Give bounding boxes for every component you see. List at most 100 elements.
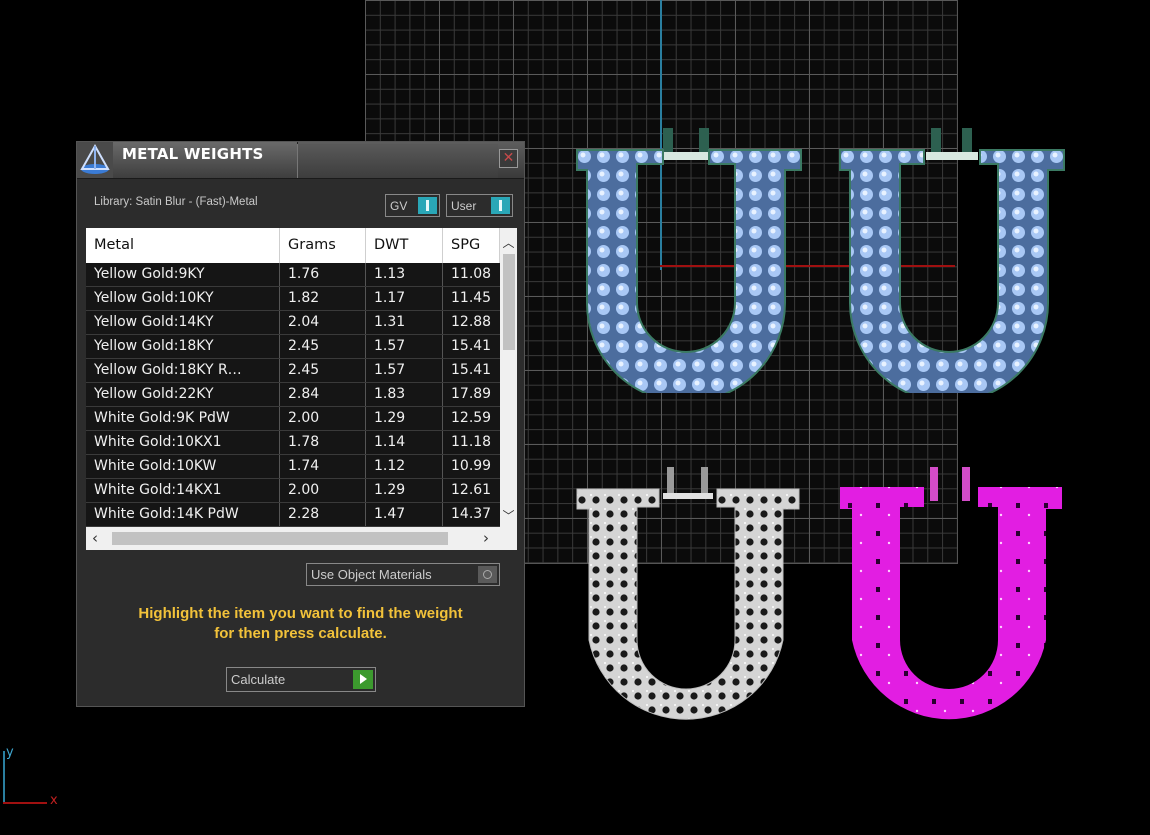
table-row[interactable]: White Gold:9K PdW 2.00 1.29 12.59 [86,407,500,431]
cell-dwt: 1.31 [366,311,443,334]
vertical-scrollbar[interactable]: ︿ ﹀ [500,228,517,527]
user-toggle[interactable]: User [446,194,513,217]
table-body: Yellow Gold:9KY 1.76 1.13 11.08 Yellow Gold… [86,263,500,527]
use-object-materials-label: Use Object Materials [311,567,432,582]
cell-grams: 2.00 [280,479,366,502]
cell-metal: Yellow Gold:9KY [86,263,280,286]
instruction-line-2: for then press calculate. [214,625,387,642]
cell-metal: White Gold:9K PdW [86,407,280,430]
horizontal-scrollbar[interactable]: ‹ › [86,527,517,550]
cell-grams: 2.04 [280,311,366,334]
cell-dwt: 1.57 [366,359,443,382]
u-model-silver[interactable] [575,465,803,730]
user-toggle-label: User [451,199,477,213]
cell-grams: 2.84 [280,383,366,406]
toggle-switch-icon [418,197,437,214]
metal-table: Metal Grams DWT SPG Yellow Gold:9KY 1.76 1… [86,228,517,550]
cell-grams: 1.82 [280,287,366,310]
axis-indicator-x [3,802,47,804]
cell-metal: White Gold:10KW [86,455,280,478]
col-header-spg[interactable]: SPG [443,228,500,263]
gv-toggle-label: GV [390,199,408,213]
table-row[interactable]: Yellow Gold:14KY 2.04 1.31 12.88 [86,311,500,335]
app-logo-icon [77,142,113,178]
panel-title: METAL WEIGHTS [122,145,264,163]
col-header-metal[interactable]: Metal [86,228,280,263]
chevron-right-icon[interactable]: › [483,529,489,547]
table-row[interactable]: Yellow Gold:10KY 1.82 1.17 11.45 [86,287,500,311]
cell-grams: 2.45 [280,359,366,382]
close-button[interactable]: ✕ [499,149,518,168]
calculate-button[interactable]: Calculate [226,667,376,692]
cell-grams: 1.74 [280,455,366,478]
chevron-down-icon[interactable]: ﹀ [500,507,517,523]
table-row[interactable]: White Gold:10KW 1.74 1.12 10.99 [86,455,500,479]
table-row[interactable]: Yellow Gold:18KY R… 2.45 1.57 15.41 [86,359,500,383]
cell-spg: 15.41 [451,362,492,378]
cell-spg: 11.08 [451,266,492,282]
use-object-materials-toggle[interactable]: Use Object Materials [306,563,500,586]
cell-dwt: 1.12 [366,455,443,478]
cell-metal: Yellow Gold:18KY R… [86,359,280,382]
cell-grams: 2.00 [280,407,366,430]
cell-spg: 14.37 [451,506,492,522]
cell-spg: 12.61 [451,482,492,498]
cell-dwt: 1.47 [366,503,443,526]
cell-grams: 1.76 [280,263,366,286]
cell-spg: 10.99 [451,458,492,474]
cell-metal: White Gold:14K PdW [86,503,280,526]
horizontal-scroll-thumb[interactable] [112,532,448,545]
col-header-dwt[interactable]: DWT [366,228,443,263]
cell-spg: 11.18 [451,434,492,450]
chevron-left-icon[interactable]: ‹ [92,529,98,547]
cell-grams: 2.28 [280,503,366,526]
play-arrow-icon [353,670,373,689]
panel-titlebar[interactable]: METAL WEIGHTS ✕ [77,142,524,179]
axis-indicator-y [3,751,5,803]
table-row[interactable]: White Gold:10KX1 1.78 1.14 11.18 [86,431,500,455]
cell-spg: 15.41 [451,338,492,354]
cell-spg: 17.89 [451,386,492,402]
gv-toggle[interactable]: GV [385,194,440,217]
library-label: Library: Satin Blur - (Fast)-Metal [94,196,258,208]
u-model-blue-1[interactable] [575,128,803,393]
cell-dwt: 1.29 [366,407,443,430]
chevron-up-icon[interactable]: ︿ [500,234,517,250]
cell-grams: 1.78 [280,431,366,454]
cell-dwt: 1.57 [366,335,443,358]
title-tab-spacer [297,144,498,178]
cell-spg: 12.59 [451,410,492,426]
table-header: Metal Grams DWT SPG [86,228,500,263]
table-row[interactable]: Yellow Gold:9KY 1.76 1.13 11.08 [86,263,500,287]
cell-metal: Yellow Gold:10KY [86,287,280,310]
cell-dwt: 1.13 [366,263,443,286]
cell-dwt: 1.17 [366,287,443,310]
cell-dwt: 1.83 [366,383,443,406]
cell-dwt: 1.29 [366,479,443,502]
table-row[interactable]: Yellow Gold:18KY 2.45 1.57 15.41 [86,335,500,359]
table-row[interactable]: White Gold:14K PdW 2.28 1.47 14.37 [86,503,500,527]
toggle-switch-icon [491,197,510,214]
axis-x-label: x [50,793,58,808]
u-model-magenta[interactable] [838,465,1066,730]
cell-grams: 2.45 [280,335,366,358]
table-row[interactable]: Yellow Gold:22KY 2.84 1.83 17.89 [86,383,500,407]
cell-spg: 12.88 [451,314,492,330]
cell-metal: Yellow Gold:22KY [86,383,280,406]
axis-y-label: y [6,745,14,760]
u-model-blue-2[interactable] [838,128,1066,393]
metal-weights-panel: METAL WEIGHTS ✕ Library: Satin Blur - (F… [76,141,525,707]
cell-metal: White Gold:10KX1 [86,431,280,454]
col-header-grams[interactable]: Grams [280,228,366,263]
table-row[interactable]: White Gold:14KX1 2.00 1.29 12.61 [86,479,500,503]
cell-spg: 11.45 [451,290,492,306]
calculate-label: Calculate [231,672,286,687]
vertical-scroll-thumb[interactable] [503,254,515,350]
close-icon: ✕ [502,150,515,166]
cell-metal: Yellow Gold:14KY [86,311,280,334]
cell-metal: Yellow Gold:18KY [86,335,280,358]
instruction-text: Highlight the item you want to find the … [77,604,524,644]
instruction-line-1: Highlight the item you want to find the … [138,605,463,622]
cell-metal: White Gold:14KX1 [86,479,280,502]
radio-off-icon [478,566,497,583]
